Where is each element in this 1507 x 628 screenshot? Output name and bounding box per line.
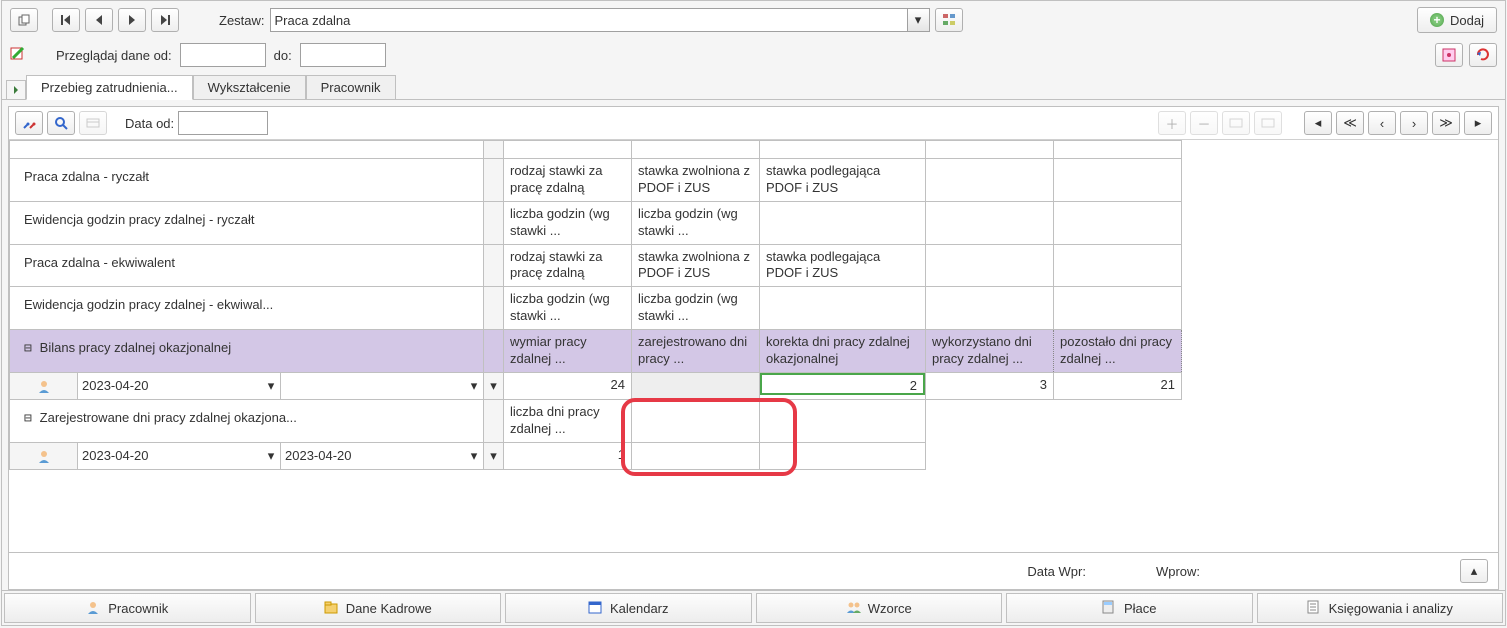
edit-icon [10, 47, 26, 63]
grid-nav-fastback[interactable]: ≪ [1336, 111, 1364, 135]
grid-sheet2-button[interactable] [1254, 111, 1282, 135]
r6-v1[interactable]: 1 [504, 442, 632, 469]
grid-nav-first[interactable]: ◂ [1304, 111, 1332, 135]
r6-date1-input[interactable] [78, 444, 262, 468]
row-zarejestrowane-label[interactable]: ⊟ Zarejestrowane dni pracy zdalnej okazj… [10, 399, 484, 442]
row-ewid-ekwiw-label[interactable]: Ewidencja godzin pracy zdalnej - ekwiwal… [10, 287, 484, 330]
r1-c2: stawka zwolniona z PDOF i ZUS [632, 159, 760, 202]
person-icon [37, 449, 51, 463]
scroll-up-button[interactable]: ▴ [1460, 559, 1488, 583]
grid-plus-button[interactable]: ＋ [1158, 111, 1186, 135]
tab-wyksztalcenie[interactable]: Wykształcenie [193, 75, 306, 100]
r2-c1: liczba godzin (wg stawki ... [504, 201, 632, 244]
person-icon [86, 600, 102, 616]
btab-dane-kadrowe[interactable]: Dane Kadrowe [255, 593, 502, 623]
btab-place[interactable]: Płace [1006, 593, 1253, 623]
calendar-icon [588, 600, 604, 616]
r5-date1-input[interactable] [78, 374, 262, 398]
r6-date2-input[interactable] [281, 444, 465, 468]
r5-v4[interactable]: 3 [926, 372, 1054, 399]
calculator-icon [1102, 600, 1118, 616]
grid-nav-fastfwd[interactable]: ≫ [1432, 111, 1460, 135]
collapse-icon[interactable]: ⊟ [24, 341, 40, 356]
tool-a-button[interactable] [1435, 43, 1463, 67]
r5-v1[interactable]: 24 [504, 372, 632, 399]
r3-c2: stawka zwolniona z PDOF i ZUS [632, 244, 760, 287]
r5-c3: korekta dni pracy zdalnej okazjonalnej [760, 330, 926, 373]
do-label: do: [274, 48, 292, 63]
people-icon [846, 600, 862, 616]
r1-c1: rodzaj stawki za pracę zdalną [504, 159, 632, 202]
person-icon [37, 379, 51, 393]
row-ekwiwalent-label[interactable]: Praca zdalna - ekwiwalent [10, 244, 484, 287]
date-dropdown-icon[interactable]: ▾ [465, 378, 483, 394]
settings-button[interactable] [15, 111, 43, 135]
grid-nav-back[interactable]: ‹ [1368, 111, 1396, 135]
nav-prev-button[interactable] [85, 8, 113, 32]
btab-ksiegowania[interactable]: Księgowania i analizy [1257, 593, 1504, 623]
r5-v2[interactable] [632, 372, 760, 399]
r4-c1: liczba godzin (wg stawki ... [504, 287, 632, 330]
grid-nav-last[interactable]: ▸ [1464, 111, 1492, 135]
date-dropdown-icon[interactable]: ▾ [465, 448, 483, 464]
nav-last-button[interactable] [151, 8, 179, 32]
zestaw-config-button[interactable] [935, 8, 963, 32]
to-date-input[interactable] [300, 43, 386, 67]
date-dropdown-icon[interactable]: ▾ [262, 448, 280, 464]
search-button[interactable] [47, 111, 75, 135]
btab-pracownik[interactable]: Pracownik [4, 593, 251, 623]
data-wpr-label: Data Wpr: [1027, 564, 1086, 579]
report-icon [1307, 600, 1323, 616]
r5-v5[interactable]: 21 [1054, 372, 1182, 399]
data-od-label: Data od: [125, 116, 174, 131]
r2-c2: liczba godzin (wg stawki ... [632, 201, 760, 244]
nav-first-button[interactable] [52, 8, 80, 32]
plus-icon: + [1430, 13, 1444, 27]
grid-sheet1-button[interactable] [1222, 111, 1250, 135]
wprow-label: Wprow: [1156, 564, 1200, 579]
dodaj-label: Dodaj [1450, 13, 1484, 28]
r5-c5: pozostało dni pracy zdalnej ... [1054, 330, 1182, 373]
r4-c2: liczba godzin (wg stawki ... [632, 287, 760, 330]
tab-przebieg[interactable]: Przebieg zatrudnienia... [26, 75, 193, 100]
browse-from-label: Przeglądaj dane od: [56, 48, 172, 63]
row-expand-handle[interactable]: ▾ [484, 372, 504, 399]
tabs-scroll-button[interactable] [6, 80, 26, 100]
grid-extra-button[interactable] [79, 111, 107, 135]
grid-nav-fwd[interactable]: › [1400, 111, 1428, 135]
folder-icon [324, 600, 340, 616]
row-expand-handle[interactable]: ▾ [484, 442, 504, 469]
r5-c4: wykorzystano dni pracy zdalnej ... [926, 330, 1054, 373]
zestaw-dropdown-button[interactable]: ▾ [908, 8, 930, 32]
r5-c2: zarejestrowano dni pracy ... [632, 330, 760, 373]
row-ryczalt-label[interactable]: Praca zdalna - ryczałt [10, 159, 484, 202]
row-ewid-ryczalt-label[interactable]: Ewidencja godzin pracy zdalnej - ryczałt [10, 201, 484, 244]
from-date-input[interactable] [180, 43, 266, 67]
tab-pracownik[interactable]: Pracownik [306, 75, 396, 100]
r1-c3: stawka podlegająca PDOF i ZUS [760, 159, 926, 202]
btab-kalendarz[interactable]: Kalendarz [505, 593, 752, 623]
r5-date2-input[interactable] [281, 374, 465, 398]
duplicate-button[interactable] [10, 8, 38, 32]
r6-c1: liczba dni pracy zdalnej ... [504, 399, 632, 442]
refresh-button[interactable] [1469, 43, 1497, 67]
r5-v3-active-cell[interactable]: 2 [760, 373, 925, 395]
r5-c1: wymiar pracy zdalnej ... [504, 330, 632, 373]
nav-next-button[interactable] [118, 8, 146, 32]
grid-minus-button[interactable]: － [1190, 111, 1218, 135]
btab-wzorce[interactable]: Wzorce [756, 593, 1003, 623]
date-dropdown-icon[interactable]: ▾ [262, 378, 280, 394]
zestaw-label: Zestaw: [219, 13, 265, 28]
collapse-icon[interactable]: ⊟ [24, 411, 40, 426]
data-od-input[interactable] [178, 111, 268, 135]
row-bilans-label[interactable]: ⊟ Bilans pracy zdalnej okazjonalnej [10, 330, 484, 373]
zestaw-combo[interactable] [270, 8, 908, 32]
dodaj-button[interactable]: + Dodaj [1417, 7, 1497, 33]
r3-c1: rodzaj stawki za pracę zdalną [504, 244, 632, 287]
r3-c3: stawka podlegająca PDOF i ZUS [760, 244, 926, 287]
